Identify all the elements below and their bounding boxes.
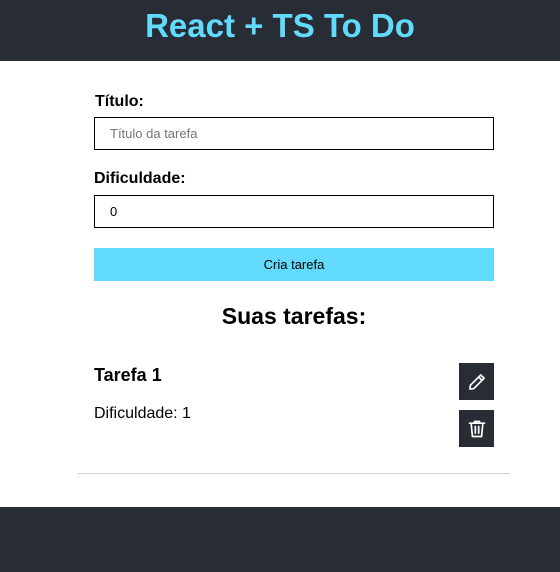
difficulty-input[interactable] xyxy=(94,195,494,228)
app-title: React + TS To Do xyxy=(145,7,415,44)
delete-task-button[interactable] xyxy=(459,410,494,447)
task-difficulty: Dificuldade: 1 xyxy=(94,405,191,422)
difficulty-label: Dificuldade: xyxy=(94,170,186,187)
list-divider xyxy=(78,473,510,474)
edit-task-button[interactable] xyxy=(459,363,494,400)
trash-icon xyxy=(468,420,485,437)
app-footer xyxy=(0,507,560,572)
app-header: React + TS To Do xyxy=(0,0,560,61)
title-label: Título: xyxy=(95,93,144,110)
create-task-button[interactable]: Cria tarefa xyxy=(94,248,494,281)
main-content: Título: Dificuldade: Cria tarefa Suas ta… xyxy=(0,61,560,507)
pencil-icon xyxy=(468,373,485,390)
task-title: Tarefa 1 xyxy=(94,365,162,385)
title-input[interactable] xyxy=(94,117,494,150)
task-list-heading: Suas tarefas: xyxy=(221,303,367,329)
